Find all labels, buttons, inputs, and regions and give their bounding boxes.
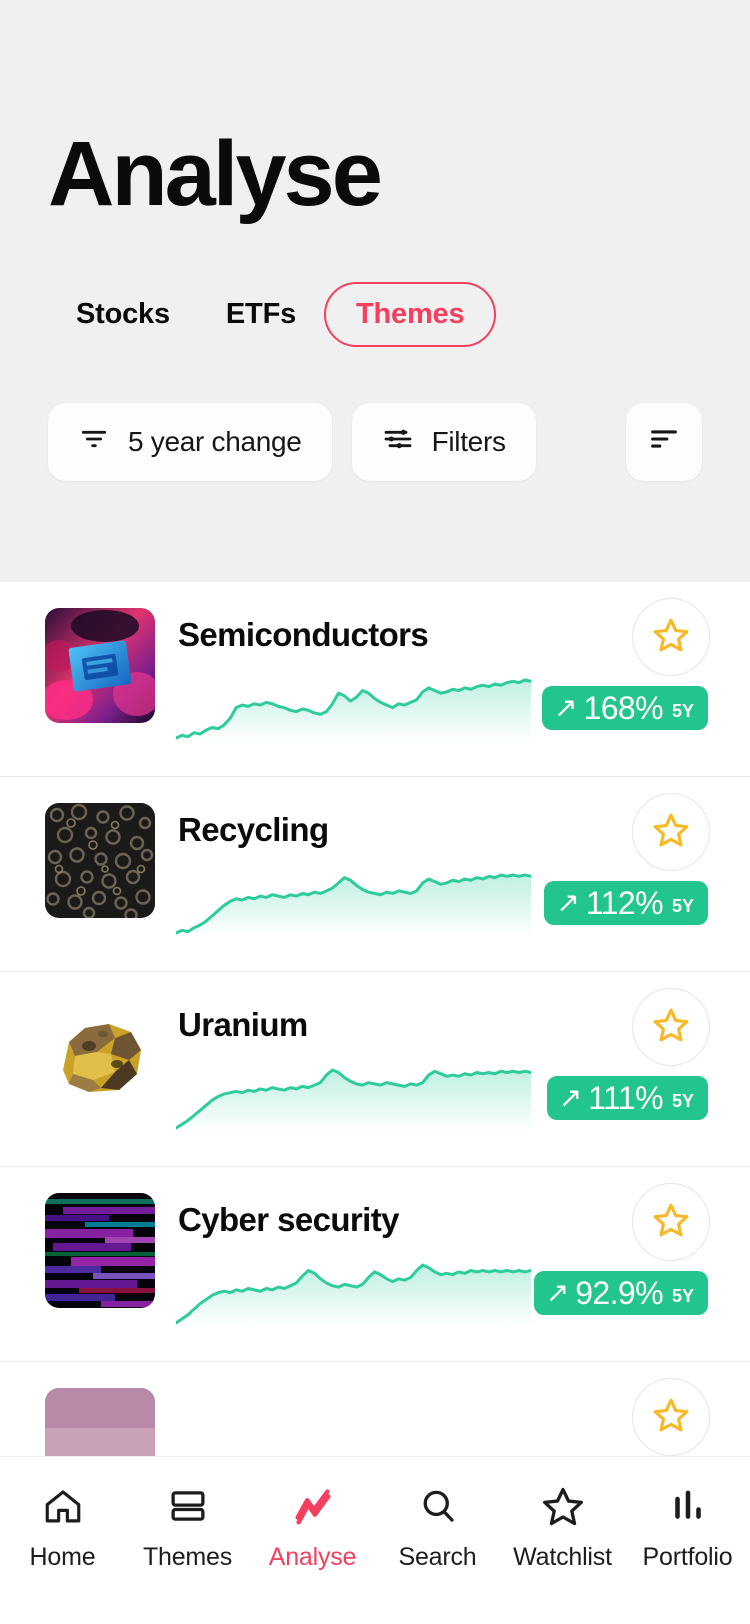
watchlist-star-button[interactable] bbox=[632, 598, 710, 676]
table-row[interactable]: Uranium ↗ 111% 5Y bbox=[0, 972, 750, 1167]
sort-button[interactable]: 5 year change bbox=[48, 403, 332, 481]
theme-name: Semiconductors bbox=[178, 616, 429, 653]
zigzag-chart-icon bbox=[290, 1483, 336, 1529]
status-badge: ↗ 92.9% 5Y bbox=[533, 1271, 708, 1315]
filters-button-label: Filters bbox=[431, 426, 506, 457]
nav-item-watchlist[interactable]: Watchlist bbox=[500, 1483, 625, 1572]
bottom-navigation: Home Themes Analyse Search Watchlist Por… bbox=[0, 1456, 750, 1624]
theme-thumbnail bbox=[45, 803, 155, 918]
home-icon bbox=[42, 1483, 84, 1529]
trend-up-arrow-icon: ↗ bbox=[558, 1082, 583, 1113]
change-period: 5Y bbox=[671, 701, 694, 721]
sort-order-button[interactable] bbox=[626, 403, 702, 481]
sort-descending-icon bbox=[78, 423, 110, 462]
change-percent: 112% bbox=[585, 885, 664, 921]
category-tabs: Stocks ETFs Themes bbox=[48, 282, 702, 347]
theme-name: Cyber security bbox=[178, 1201, 399, 1238]
analyse-screen: Analyse Stocks ETFs Themes 5 year change bbox=[0, 0, 750, 1624]
nav-label: Themes bbox=[142, 1543, 233, 1571]
nav-item-search[interactable]: Search bbox=[375, 1483, 500, 1572]
change-percent: 92.9% bbox=[575, 1275, 663, 1311]
status-badge: ↗ 112% 5Y bbox=[544, 881, 708, 925]
theme-name: Recycling bbox=[178, 811, 329, 848]
nav-label: Portfolio bbox=[642, 1543, 733, 1571]
page-header: Analyse Stocks ETFs Themes 5 year change bbox=[0, 0, 750, 582]
theme-name: Uranium bbox=[178, 1006, 308, 1043]
trend-up-arrow-icon: ↗ bbox=[556, 887, 580, 918]
tab-themes[interactable]: Themes bbox=[324, 282, 497, 347]
nav-item-portfolio[interactable]: Portfolio bbox=[625, 1483, 750, 1572]
change-period: 5Y bbox=[671, 1091, 694, 1111]
sparkline-chart bbox=[176, 869, 531, 937]
watchlist-star-button[interactable] bbox=[632, 1378, 710, 1456]
nav-item-home[interactable]: Home bbox=[0, 1483, 125, 1572]
sparkline-chart bbox=[176, 1064, 531, 1132]
watchlist-star-button[interactable] bbox=[632, 793, 710, 871]
stacked-rows-icon bbox=[167, 1483, 209, 1529]
table-row[interactable]: Semiconductors ↗ 168% 5Y bbox=[0, 582, 750, 777]
nav-item-analyse[interactable]: Analyse bbox=[250, 1483, 375, 1572]
star-icon bbox=[652, 1201, 690, 1244]
page-title: Analyse bbox=[48, 123, 383, 225]
nav-label: Watchlist bbox=[513, 1543, 612, 1571]
nav-item-themes[interactable]: Themes bbox=[125, 1483, 250, 1572]
change-period: 5Y bbox=[671, 1286, 694, 1306]
change-percent: 111% bbox=[588, 1080, 663, 1116]
star-icon bbox=[652, 616, 690, 659]
sliders-icon bbox=[382, 423, 414, 462]
nav-label: Analyse bbox=[268, 1543, 357, 1571]
watchlist-star-button[interactable] bbox=[632, 1183, 710, 1261]
sparkline-chart bbox=[176, 674, 531, 742]
change-percent: 168% bbox=[583, 690, 664, 726]
theme-thumbnail bbox=[45, 608, 155, 723]
star-icon bbox=[652, 1006, 690, 1049]
tab-stocks[interactable]: Stocks bbox=[48, 282, 198, 347]
filters-button[interactable]: Filters bbox=[351, 403, 536, 481]
theme-thumbnail bbox=[45, 1193, 155, 1308]
sort-button-label: 5 year change bbox=[128, 426, 302, 457]
watchlist-star-button[interactable] bbox=[632, 988, 710, 1066]
sparkline-chart bbox=[176, 1259, 531, 1327]
change-period: 5Y bbox=[671, 896, 694, 916]
trend-up-arrow-icon: ↗ bbox=[554, 692, 578, 723]
trend-up-arrow-icon: ↗ bbox=[545, 1277, 570, 1308]
bar-chart-icon bbox=[667, 1483, 709, 1529]
star-icon bbox=[652, 1396, 690, 1439]
theme-thumbnail bbox=[45, 998, 155, 1113]
nav-label: Home bbox=[29, 1543, 96, 1571]
table-row[interactable]: Recycling ↗ 112% 5Y bbox=[0, 777, 750, 972]
sort-order-icon bbox=[647, 422, 681, 463]
star-icon bbox=[541, 1483, 585, 1529]
filter-bar: 5 year change Filters bbox=[48, 403, 702, 481]
table-row[interactable]: Cyber security ↗ 92.9% 5Y bbox=[0, 1167, 750, 1362]
magnifier-icon bbox=[417, 1483, 459, 1529]
nav-label: Search bbox=[398, 1543, 477, 1571]
tab-etfs[interactable]: ETFs bbox=[198, 282, 324, 347]
star-icon bbox=[652, 811, 690, 854]
theme-list: Semiconductors ↗ 168% 5Y Recycling ↗ 112… bbox=[0, 582, 750, 1557]
status-badge: ↗ 111% 5Y bbox=[546, 1076, 708, 1120]
status-badge: ↗ 168% 5Y bbox=[542, 686, 708, 730]
